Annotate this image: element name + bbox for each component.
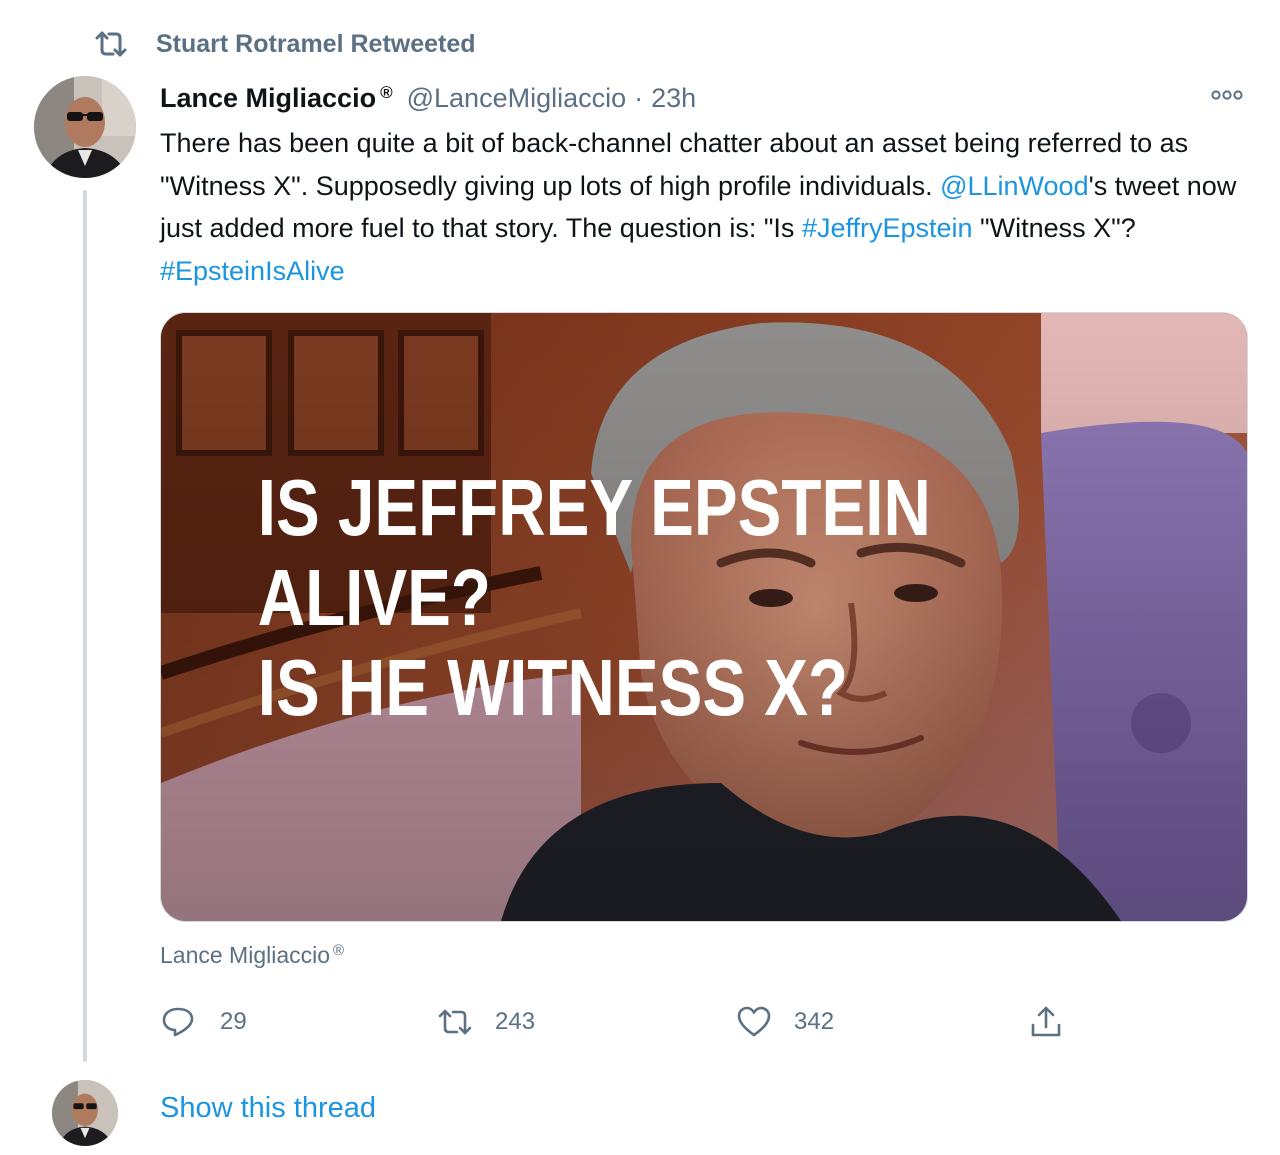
tweet-actions: 29 243 342 [0,1000,1280,1044]
overlay-line-1: IS JEFFREY EPSTEIN [258,463,931,553]
tweet-text-part: "Witness X"? [972,213,1136,243]
tweet-timestamp[interactable]: 23h [651,83,696,114]
author-avatar[interactable] [34,76,136,178]
overlay-line-2: ALIVE? [258,553,491,643]
retweet-context: Stuart Rotramel Retweeted [94,28,476,60]
share-icon [1031,1006,1061,1037]
retweet-icon [438,1009,472,1035]
tweet-header: Lance Migliaccio ® @LanceMigliaccio · 23… [160,78,696,118]
header-separator: · [634,82,644,113]
reply-button[interactable]: 29 [160,1000,247,1044]
like-count: 342 [794,1008,835,1035]
registered-mark: ® [380,83,393,102]
author-display-name[interactable]: Lance Migliaccio [160,83,376,114]
thread-avatar[interactable] [52,1080,118,1146]
like-button[interactable]: 342 [736,1000,834,1044]
retweet-button[interactable]: 243 [437,1000,535,1044]
tweet-media-image[interactable]: IS JEFFREY EPSTEIN ALIVE? IS HE WITNESS … [160,312,1248,922]
media-caption-mark: ® [333,942,345,959]
reply-count: 29 [220,1008,247,1035]
reply-icon [162,1007,194,1037]
overlay-line-3: IS HE WITNESS X? [258,643,848,733]
retweet-count: 243 [495,1008,536,1035]
author-handle[interactable]: @LanceMigliaccio [407,83,627,114]
media-caption-name: Lance Migliaccio [160,942,331,968]
share-button[interactable] [1028,1000,1064,1044]
retweet-icon [95,31,127,57]
tweet-text: There has been quite a bit of back-chann… [160,122,1245,292]
show-thread-link[interactable]: Show this thread [160,1092,376,1125]
more-options-icon[interactable] [1210,88,1244,102]
hashtag-link[interactable]: #EpsteinIsAlive [160,256,345,286]
thread-connector-line [83,190,87,1062]
mention-link[interactable]: @LLinWood [940,171,1089,201]
heart-icon [737,1006,771,1037]
hashtag-link[interactable]: #JeffryEpstein [802,213,973,243]
media-caption: Lance Migliaccio ® [160,942,344,969]
retweeted-by-label[interactable]: Stuart Rotramel Retweeted [156,30,476,59]
